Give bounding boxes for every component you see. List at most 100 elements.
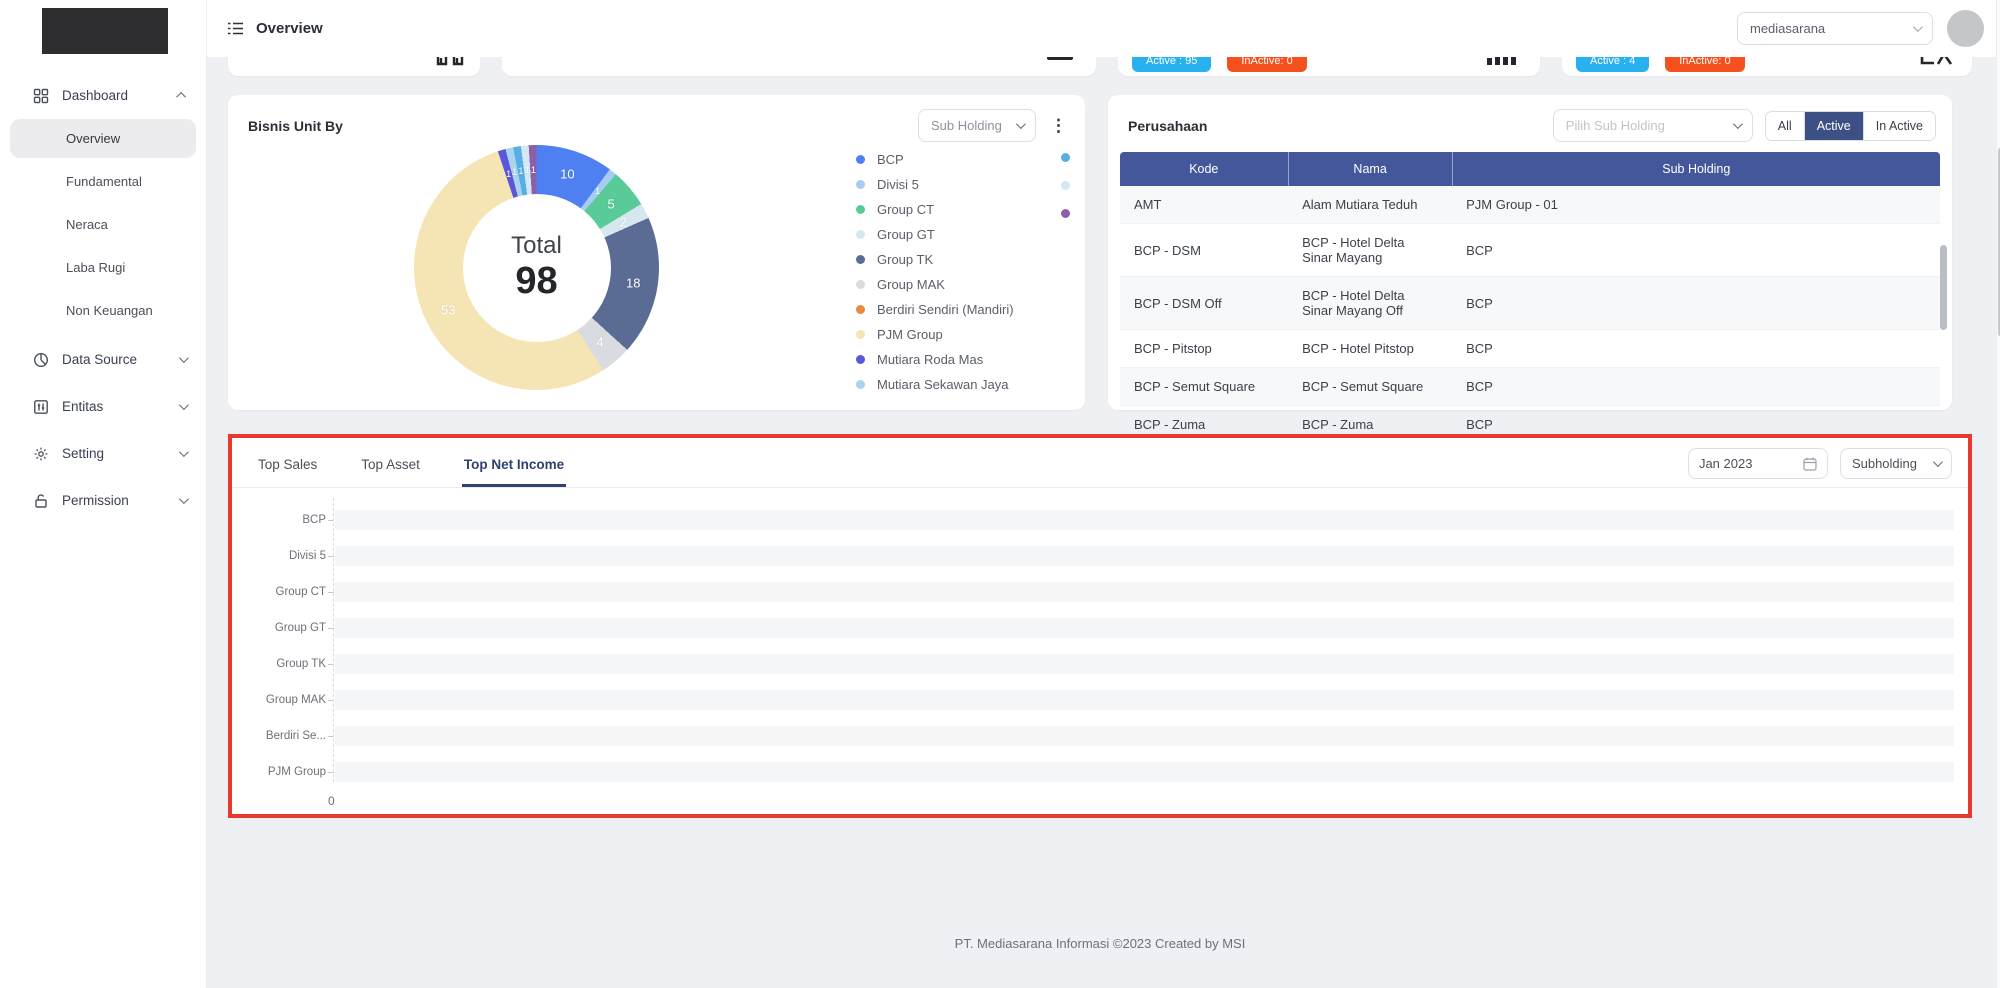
legend-item-group-tk[interactable]: Group TK (856, 247, 1014, 272)
table-cell: BCP - Hotel Delta Sinar Mayang (1288, 224, 1452, 277)
legend-label: PJM Group (877, 327, 943, 342)
chevron-down-icon (1933, 457, 1943, 467)
slice-value-label: 1 (595, 186, 600, 196)
sub-holding-select[interactable]: Sub Holding (918, 109, 1036, 142)
legend-label: Divisi 5 (877, 177, 919, 192)
table-row[interactable]: BCP - DSM OffBCP - Hotel Delta Sinar May… (1120, 277, 1940, 330)
table-cell: BCP (1452, 277, 1940, 330)
sidebar-section-entitas[interactable]: Entitas (0, 387, 206, 426)
sidebar: Dashboard Overview Fundamental Neraca Laba R… (0, 0, 207, 988)
category-label: Divisi 5 (242, 550, 326, 562)
slice-value-label: 10 (560, 167, 574, 182)
active-count-badge: Active : 95 (1132, 57, 1211, 72)
sidebar-item-laba-rugi[interactable]: Laba Rugi (10, 248, 196, 287)
bisnis-unit-card: Bisnis Unit By Sub Holding ⋮ 10152184531… (228, 95, 1085, 410)
segment-all[interactable]: All (1766, 112, 1805, 140)
table-cell: BCP - Semut Square (1288, 368, 1452, 406)
table-cell: BCP (1452, 368, 1940, 406)
sidebar-toggle-icon[interactable] (227, 21, 244, 36)
bar-track (335, 762, 1954, 782)
table-row[interactable]: BCP - PitstopBCP - Hotel PitstopBCP (1120, 330, 1940, 368)
tab-top-asset[interactable]: Top Asset (359, 449, 422, 487)
legend-item-group-ct[interactable]: Group CT (856, 197, 1014, 222)
column-header-nama: Nama (1288, 152, 1452, 186)
subholding-select[interactable]: Subholding (1840, 448, 1952, 479)
donut-legend-extra-dots (1061, 153, 1070, 218)
bar-row-group-tk: Group TK (242, 646, 1954, 682)
legend-dot[interactable] (1061, 209, 1070, 218)
legend-dot (856, 330, 865, 339)
x-axis-tick: 0 (328, 794, 1954, 808)
donut-legend: BCP Divisi 5 Group CTGroup GTGroup TKGroup… (856, 147, 1014, 397)
sidebar-section-data-source[interactable]: Data Source (0, 340, 206, 379)
chevron-down-icon (179, 447, 189, 457)
legend-dot (856, 155, 865, 164)
sidebar-item-fundamental[interactable]: Fundamental (10, 162, 196, 201)
pilih-sub-holding-select[interactable]: Pilih Sub Holding (1553, 109, 1753, 142)
legend-item-mutiara-sekawan-jaya[interactable]: Mutiara Sekawan Jaya (856, 372, 1014, 397)
table-row[interactable]: BCP - Semut SquareBCP - Semut SquareBCP (1120, 368, 1940, 406)
table-cell: AMT (1120, 186, 1288, 224)
table-scrollbar[interactable] (1940, 245, 1947, 330)
sidebar-item-non-keuangan[interactable]: Non Keuangan (10, 291, 196, 330)
table-row[interactable]: BCP - DSMBCP - Hotel Delta Sinar MayangB… (1120, 224, 1940, 277)
box-icon (1046, 57, 1074, 64)
donut-chart: 101521845311111 Total 98 (414, 145, 659, 390)
summary-card-4[interactable]: Active : 4InActive: 0 (1562, 57, 1972, 76)
app-logo (42, 8, 168, 54)
legend-item-berdiri-sendiri-mandiri-[interactable]: Berdiri Sendiri (Mandiri) (856, 297, 1014, 322)
legend-item-group-gt[interactable]: Group GT (856, 222, 1014, 247)
chevron-down-icon (1016, 119, 1026, 129)
sidebar-section-dashboard[interactable]: Dashboard (0, 76, 206, 115)
sidebar-section-setting[interactable]: Setting (0, 434, 206, 473)
tab-top-net-income[interactable]: Top Net Income (462, 449, 566, 487)
slice-value-label: 18 (626, 276, 640, 291)
category-label: Group CT (242, 586, 326, 598)
legend-dot[interactable] (1061, 181, 1070, 190)
table-cell: BCP - Hotel Pitstop (1288, 330, 1452, 368)
date-picker-value: Jan 2023 (1699, 456, 1753, 471)
tab-top-sales[interactable]: Top Sales (256, 449, 319, 487)
bar-row-group-ct: Group CT (242, 574, 1954, 610)
avatar[interactable] (1947, 10, 1984, 47)
legend-item-mutiara-roda-mas[interactable]: Mutiara Roda Mas (856, 347, 1014, 372)
top-net-income-panel: Top Sales Top Asset Top Net Income Jan 202… (228, 434, 1972, 818)
legend-item-divisi-5[interactable]: Divisi 5 (856, 172, 1014, 197)
bar-track (335, 690, 1954, 710)
workspace-select[interactable]: mediasarana (1737, 12, 1933, 45)
summary-card-2[interactable] (502, 57, 1096, 76)
legend-label: BCP (877, 152, 904, 167)
sidebar-item-neraca[interactable]: Neraca (10, 205, 196, 244)
sidebar-section-permission[interactable]: Permission (0, 481, 206, 520)
segment-active[interactable]: Active (1805, 112, 1864, 140)
bar-track (335, 726, 1954, 746)
page-title: Overview (256, 20, 323, 37)
segment-in-active[interactable]: In Active (1864, 112, 1935, 140)
legend-item-bcp[interactable]: BCP (856, 147, 1014, 172)
line-chart-icon (1920, 57, 1954, 66)
bisnis-unit-title: Bisnis Unit By (248, 118, 343, 134)
legend-dot (856, 205, 865, 214)
slice-value-label: 1 (518, 166, 523, 176)
page-scrollbar-track[interactable] (1996, 0, 2000, 988)
bar-row-bcp: BCP (242, 502, 1954, 538)
summary-card-3[interactable]: Active : 95InActive: 0 (1118, 57, 1540, 76)
sidebar-section-label: Permission (62, 493, 179, 508)
legend-item-group-mak[interactable]: Group MAK (856, 272, 1014, 297)
legend-dot[interactable] (1061, 153, 1070, 162)
pie-chart-icon (32, 351, 49, 368)
bar-chart: BCPDivisi 5Group CTGroup GTGroup TKGroup… (232, 488, 1968, 808)
summary-card-1[interactable] (228, 57, 480, 76)
table-row[interactable]: AMTAlam Mutiara TeduhPJM Group - 01 (1120, 186, 1940, 224)
badge-strip: Active : 95InActive: 0 (1132, 57, 1307, 72)
date-picker[interactable]: Jan 2023 (1688, 448, 1828, 479)
table-cell: BCP - DSM (1120, 224, 1288, 277)
slice-value-label: 1 (525, 165, 530, 175)
gear-icon (32, 445, 49, 462)
legend-item-pjm-group[interactable]: PJM Group (856, 322, 1014, 347)
bar-row-group-gt: Group GT (242, 610, 1954, 646)
kebab-menu-icon[interactable]: ⋮ (1048, 116, 1069, 136)
sidebar-item-overview[interactable]: Overview (10, 119, 196, 158)
grid-icon (32, 87, 49, 104)
category-label: Group TK (242, 658, 326, 670)
